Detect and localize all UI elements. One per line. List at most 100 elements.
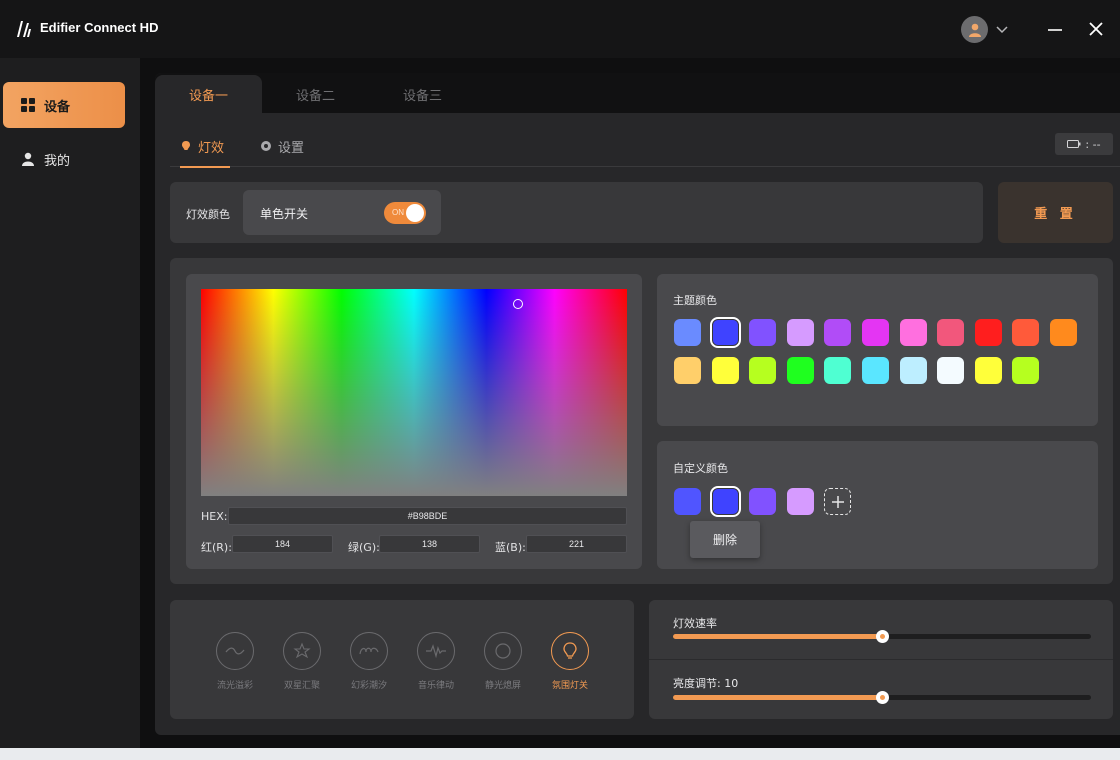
tab-device-3[interactable]: 设备三 [369, 75, 476, 113]
effect-flowing-light[interactable]: 流光溢彩 [209, 632, 261, 691]
circle-icon [495, 643, 511, 659]
theme-color-swatch[interactable] [674, 357, 701, 384]
effect-ring [283, 632, 321, 670]
theme-color-swatch[interactable] [899, 319, 927, 346]
theme-color-swatch[interactable] [786, 319, 814, 346]
speed-slider[interactable] [673, 630, 1091, 643]
theme-color-swatch[interactable] [862, 357, 889, 384]
effect-label: 静光熄屏 [484, 681, 521, 691]
theme-color-swatch[interactable] [824, 319, 852, 346]
minimize-icon[interactable] [1046, 20, 1064, 38]
mono-switch-label: 单色开关 [260, 207, 309, 221]
app-title: Edifier Connect HD [40, 20, 159, 35]
music-wave-icon [426, 644, 446, 658]
chevron-down-icon[interactable] [995, 22, 1009, 36]
toggle-knob [406, 204, 424, 222]
tab-settings[interactable]: 设置 [260, 125, 304, 167]
theme-color-swatch[interactable] [824, 357, 852, 384]
theme-color-swatch[interactable] [749, 319, 777, 346]
effect-color-tide[interactable]: 幻彩潮汐 [343, 632, 395, 691]
theme-color-swatch[interactable] [711, 357, 739, 384]
spectrum-picker-handle[interactable] [513, 299, 523, 309]
battery-text: : -- [1085, 137, 1101, 151]
battery-status: : -- [1055, 133, 1113, 155]
custom-colors-title: 自定义颜色 [673, 462, 728, 475]
theme-color-swatch[interactable] [674, 319, 701, 346]
hex-input[interactable]: #B98BDE [228, 507, 627, 525]
hex-label: HEX: [201, 510, 228, 523]
theme-color-swatch[interactable] [974, 319, 1002, 346]
theme-color-swatch[interactable] [937, 357, 965, 384]
speed-label: 灯效速率 [673, 617, 717, 630]
effect-ring [484, 632, 522, 670]
tab-light-effect[interactable]: 灯效 [180, 125, 231, 168]
tab-settings-label: 设置 [278, 140, 305, 156]
mono-switch-toggle[interactable]: ON [384, 202, 426, 224]
brightness-slider-thumb[interactable] [876, 691, 889, 704]
theme-color-swatch[interactable] [749, 357, 777, 384]
speed-slider-thumb[interactable] [876, 630, 889, 643]
user-avatar[interactable] [961, 16, 988, 43]
grid-icon [21, 98, 35, 112]
light-color-panel: 灯效颜色 单色开关 ON [170, 182, 983, 243]
theme-color-swatch[interactable] [937, 319, 965, 346]
blue-label: 蓝(B): [495, 541, 526, 554]
close-icon[interactable] [1086, 19, 1106, 39]
sidebar-item-label: 我的 [44, 153, 71, 169]
bulb-icon [182, 141, 190, 150]
title-bar: Edifier Connect HD [0, 0, 1120, 58]
theme-colors-title: 主题颜色 [673, 294, 717, 307]
light-color-label: 灯效颜色 [186, 208, 230, 221]
sidebar: 设备 我的 [0, 58, 140, 748]
custom-color-swatch[interactable] [786, 488, 814, 515]
sidebar-item-mine[interactable]: 我的 [3, 136, 125, 182]
brightness-slider[interactable] [673, 691, 1091, 704]
tab-device-2[interactable]: 设备二 [262, 75, 369, 113]
blue-input[interactable]: 221 [526, 535, 627, 553]
wave-icon [225, 647, 245, 655]
effect-ring [216, 632, 254, 670]
theme-color-swatch[interactable] [1012, 319, 1040, 346]
theme-color-swatch[interactable] [709, 317, 741, 348]
user-icon [22, 152, 34, 166]
effect-label: 双星汇聚 [283, 681, 320, 691]
slider-divider [649, 659, 1113, 660]
effect-music-rhythm[interactable]: 音乐律动 [410, 632, 462, 691]
toggle-on-text: ON [392, 208, 404, 217]
custom-color-swatch[interactable] [674, 488, 701, 515]
window-bottom-edge [0, 748, 1120, 760]
reset-button[interactable]: 重 置 [998, 182, 1113, 243]
brightness-slider-fill [673, 695, 882, 700]
theme-colors-box [657, 274, 1098, 426]
theme-color-swatch[interactable] [1050, 319, 1077, 346]
color-spectrum[interactable] [201, 289, 627, 496]
delete-menu-item[interactable]: 删除 [690, 521, 760, 558]
theme-color-swatch[interactable] [862, 319, 889, 346]
red-input[interactable]: 184 [232, 535, 333, 553]
effect-label: 氛围灯关 [551, 681, 588, 691]
effect-label: 幻彩潮汐 [350, 681, 387, 691]
add-color-button[interactable] [824, 488, 851, 515]
green-input[interactable]: 138 [379, 535, 480, 553]
sidebar-item-label: 设备 [44, 99, 71, 115]
custom-color-swatch[interactable] [749, 488, 777, 515]
tide-icon [359, 647, 379, 655]
mono-switch-box: 单色开关 ON [243, 190, 441, 235]
effect-static-off[interactable]: 静光熄屏 [477, 632, 529, 691]
effect-ring [551, 632, 589, 670]
speed-slider-fill [673, 634, 882, 639]
theme-color-swatch[interactable] [899, 357, 927, 384]
bulb-icon [563, 642, 577, 659]
effect-label: 音乐律动 [417, 681, 454, 691]
effect-ring [350, 632, 388, 670]
effect-ambient-off[interactable]: 氛围灯关 [544, 632, 596, 691]
sidebar-item-device[interactable]: 设备 [3, 82, 125, 128]
sub-tabs: 灯效 设置 [170, 125, 1120, 168]
theme-color-swatch[interactable] [1012, 357, 1040, 384]
custom-color-swatch[interactable] [709, 486, 741, 517]
theme-color-swatch[interactable] [974, 357, 1002, 384]
tab-light-effect-label: 灯效 [198, 140, 225, 156]
theme-color-swatch[interactable] [786, 357, 814, 384]
tab-device-1[interactable]: 设备一 [155, 75, 262, 113]
effect-twin-stars[interactable]: 双星汇聚 [276, 632, 328, 691]
